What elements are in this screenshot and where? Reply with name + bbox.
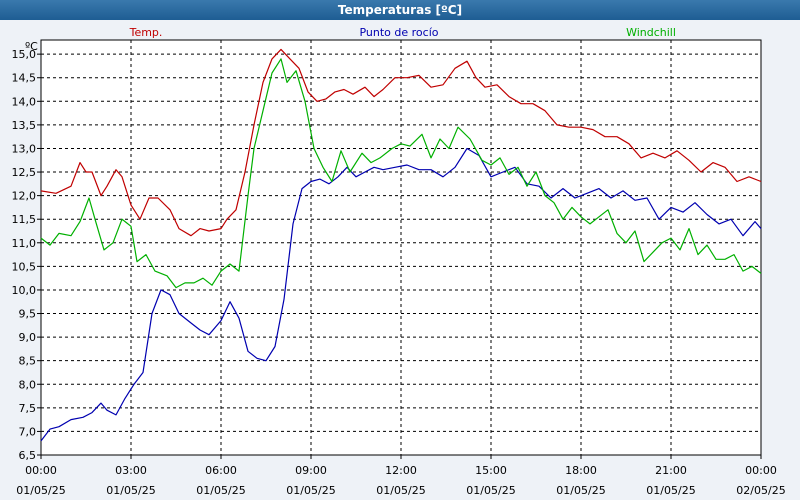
- y-tick-label: 6,5: [19, 449, 37, 462]
- x-tick-date: 01/05/25: [196, 484, 245, 497]
- y-tick-label: 12,0: [12, 190, 37, 203]
- chart-title: Temperaturas [ºC]: [0, 0, 800, 20]
- x-tick-date: 02/05/25: [736, 484, 785, 497]
- x-tick-time: 12:00: [385, 464, 417, 477]
- y-tick-label: 12,5: [12, 166, 37, 179]
- x-tick-time: 06:00: [205, 464, 237, 477]
- y-tick-label: 7,5: [19, 402, 37, 415]
- x-tick-time: 03:00: [115, 464, 147, 477]
- legend-entry: Temp.: [129, 26, 163, 39]
- y-tick-label: 10,0: [12, 284, 37, 297]
- legend-entry: Windchill: [626, 26, 676, 39]
- y-tick-label: 7,0: [19, 425, 37, 438]
- legend: Temp. Punto de rocío Windchill: [129, 26, 676, 39]
- x-tick-date: 01/05/25: [106, 484, 155, 497]
- temperature-chart: 15,014,514,013,513,012,512,011,511,010,5…: [12, 26, 786, 497]
- x-tick-date: 01/05/25: [466, 484, 515, 497]
- chart-window: Temperaturas [ºC] 15,0 14,5 14,0 13,5 13,0 12…: [0, 0, 800, 500]
- y-axis: 15,014,514,013,513,012,512,011,511,010,5…: [12, 48, 41, 462]
- x-tick-time: 09:00: [295, 464, 327, 477]
- y-tick-label: 11,5: [12, 213, 37, 226]
- y-tick-label: 13,0: [12, 142, 37, 155]
- y-tick-label: 8,5: [19, 355, 37, 368]
- y-tick-label: 10,5: [12, 260, 37, 273]
- x-tick-date: 01/05/25: [16, 484, 65, 497]
- x-tick-time: 00:00: [25, 464, 57, 477]
- y-tick-label: 14,0: [12, 95, 37, 108]
- x-tick-date: 01/05/25: [556, 484, 605, 497]
- y-tick-label: 11,0: [12, 237, 37, 250]
- x-tick-date: 01/05/25: [646, 484, 695, 497]
- x-tick-time: 15:00: [475, 464, 507, 477]
- legend-entry: Punto de rocío: [359, 26, 438, 39]
- y-tick-label: 13,5: [12, 119, 37, 132]
- y-tick-label: 9,0: [19, 331, 37, 344]
- x-tick-time: 21:00: [655, 464, 687, 477]
- y-tick-label: 9,5: [19, 308, 37, 321]
- x-tick-date: 01/05/25: [286, 484, 335, 497]
- y-tick-label: 8,0: [19, 378, 37, 391]
- y-axis-unit: ºC: [25, 40, 38, 53]
- x-tick-time: 00:00: [745, 464, 777, 477]
- x-tick-date: 01/05/25: [376, 484, 425, 497]
- x-tick-time: 18:00: [565, 464, 597, 477]
- y-tick-label: 14,5: [12, 72, 37, 85]
- x-axis: 00:00 01/05/25 03:00 01/05/25 06:00 01/05/25 0…: [16, 455, 786, 497]
